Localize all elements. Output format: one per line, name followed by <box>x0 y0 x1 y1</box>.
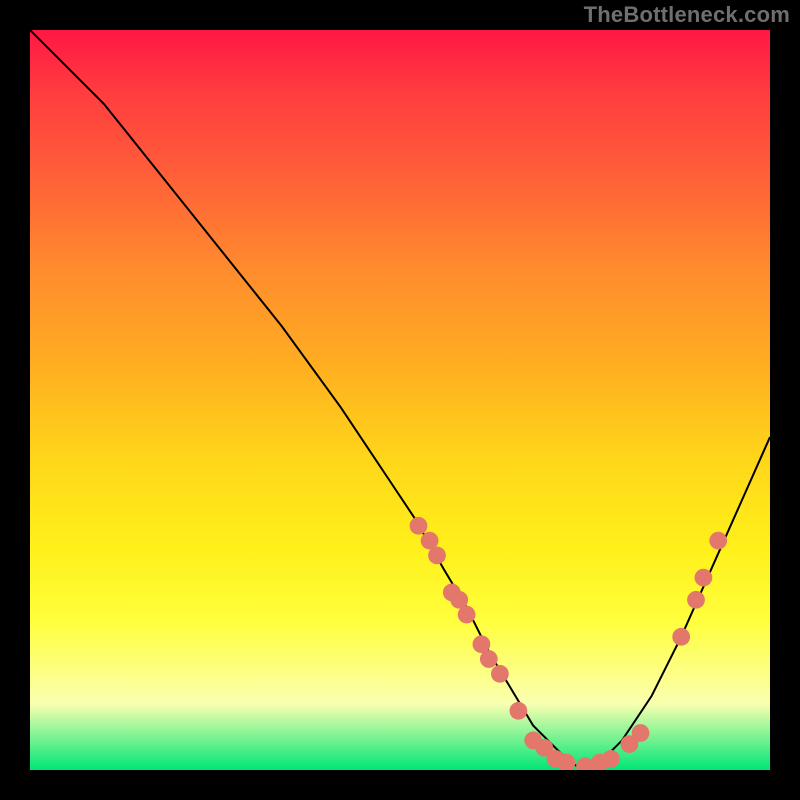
data-marker <box>510 702 528 720</box>
markers-group <box>410 517 727 770</box>
data-marker <box>491 665 509 683</box>
chart-svg <box>30 30 770 770</box>
data-marker <box>709 532 727 550</box>
data-marker <box>632 724 650 742</box>
curve-line <box>30 30 770 770</box>
data-marker <box>687 591 705 609</box>
data-marker <box>428 547 446 565</box>
data-marker <box>695 569 713 587</box>
watermark-label: TheBottleneck.com <box>584 2 790 28</box>
data-marker <box>458 606 476 624</box>
data-marker <box>672 628 690 646</box>
plot-area <box>30 30 770 770</box>
data-marker <box>410 517 428 535</box>
data-marker <box>602 750 620 768</box>
data-marker <box>480 650 498 668</box>
chart-frame: TheBottleneck.com <box>0 0 800 800</box>
